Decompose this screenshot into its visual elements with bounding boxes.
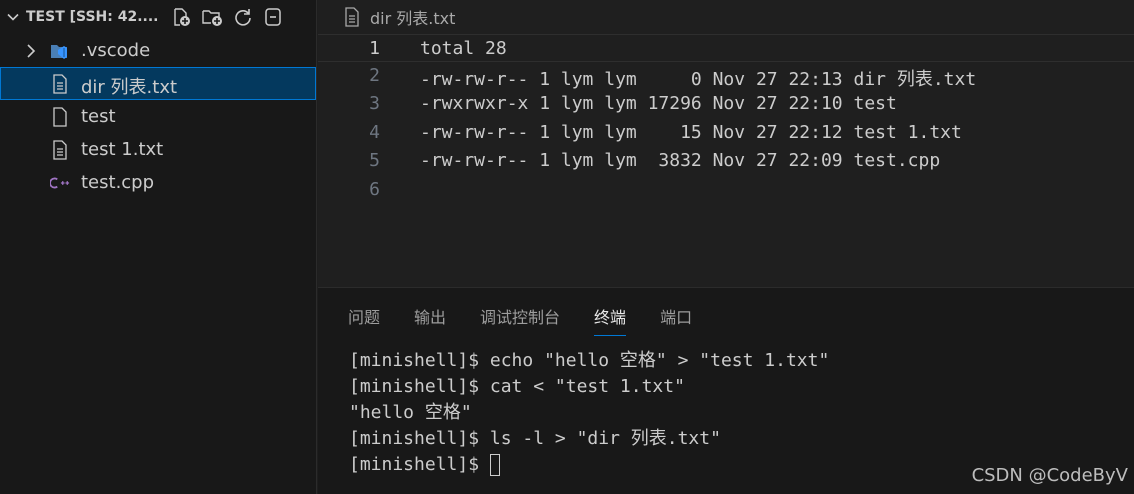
bottom-panel: 问题 输出 调试控制台 终端 端口 [minishell]$ echo "hel… xyxy=(318,287,1134,494)
line-number: 5 xyxy=(369,150,380,171)
collapse-all-icon[interactable] xyxy=(263,7,283,27)
code-line[interactable]: 4 -rw-rw-r-- 1 lym lym 15 Nov 27 22:12 t… xyxy=(318,119,1134,147)
breadcrumb[interactable]: dir 列表.txt xyxy=(344,6,455,28)
tab-debug-console[interactable]: 调试控制台 xyxy=(480,304,560,336)
tree-item-label: test xyxy=(81,106,116,127)
terminal-cursor xyxy=(489,454,500,476)
line-text[interactable]: total 28 xyxy=(420,38,507,59)
tab-output[interactable]: 输出 xyxy=(414,304,446,336)
watermark: CSDN @CodeByV xyxy=(971,465,1128,486)
line-number: 6 xyxy=(369,179,380,200)
terminal-line: [minishell]$ cat < "test 1.txt" xyxy=(349,376,685,397)
tree-item-test-1-txt[interactable]: test 1.txt xyxy=(0,133,316,166)
code-line[interactable]: 1 total 28 xyxy=(318,34,1134,62)
terminal-prompt: [minishell]$ xyxy=(349,454,490,475)
text-file-icon xyxy=(344,7,360,27)
cpp-icon xyxy=(50,173,70,193)
tree-item-test[interactable]: test xyxy=(0,100,316,133)
code-line[interactable]: 2 -rw-rw-r-- 1 lym lym 0 Nov 27 22:13 di… xyxy=(318,62,1134,90)
terminal-line: [minishell]$ echo "hello 空格" > "test 1.t… xyxy=(349,350,830,371)
line-text[interactable]: -rw-rw-r-- 1 lym lym 3832 Nov 27 22:09 t… xyxy=(420,150,940,171)
line-number: 3 xyxy=(369,93,380,114)
tab-problems[interactable]: 问题 xyxy=(348,304,380,336)
chevron-down-icon[interactable] xyxy=(6,10,20,24)
tab-terminal[interactable]: 终端 xyxy=(594,304,627,336)
text-file-icon xyxy=(50,74,70,94)
line-number: 2 xyxy=(369,65,380,86)
tree-item-label: .vscode xyxy=(81,40,151,61)
tree-item-dir-txt[interactable]: dir 列表.txt xyxy=(0,67,316,100)
tree-item-test-cpp[interactable]: test.cpp xyxy=(0,166,316,199)
new-file-icon[interactable] xyxy=(171,7,191,27)
line-number: 1 xyxy=(369,38,380,59)
line-text[interactable]: -rwxrwxr-x 1 lym lym 17296 Nov 27 22:10 … xyxy=(420,93,897,114)
code-line[interactable]: 6 xyxy=(318,176,1134,204)
terminal-prompt-line[interactable]: [minishell]$ xyxy=(349,452,829,478)
chevron-right-icon[interactable] xyxy=(24,43,38,64)
new-folder-icon[interactable] xyxy=(201,7,223,27)
line-text[interactable]: -rw-rw-r-- 1 lym lym 15 Nov 27 22:12 tes… xyxy=(420,122,962,143)
text-file-icon xyxy=(50,140,70,160)
code-line[interactable]: 3 -rwxrwxr-x 1 lym lym 17296 Nov 27 22:1… xyxy=(318,90,1134,118)
vscode-folder-icon xyxy=(50,41,70,61)
explorer-header[interactable]: TEST [SSH: 42.... xyxy=(0,0,316,34)
terminal-line: "hello 空格" xyxy=(349,402,472,423)
line-number: 4 xyxy=(369,122,380,143)
tree-item-label: test.cpp xyxy=(81,172,155,193)
tree-item-vscode-folder[interactable]: .vscode xyxy=(0,34,316,67)
terminal[interactable]: [minishell]$ echo "hello 空格" > "test 1.t… xyxy=(349,348,829,478)
terminal-line: [minishell]$ ls -l > "dir 列表.txt" xyxy=(349,428,721,449)
line-text[interactable]: -rw-rw-r-- 1 lym lym 0 Nov 27 22:13 dir … xyxy=(420,65,976,91)
workspace-title: TEST [SSH: 42.... xyxy=(26,9,159,25)
code-line[interactable]: 5 -rw-rw-r-- 1 lym lym 3832 Nov 27 22:09… xyxy=(318,147,1134,175)
editor-area[interactable]: dir 列表.txt 1 total 28 2 -rw-rw-r-- 1 lym… xyxy=(318,0,1134,287)
file-icon xyxy=(50,107,70,127)
explorer-sidebar: TEST [SSH: 42.... .vscode dir 列表.txt tes… xyxy=(0,0,317,494)
tree-item-label: dir 列表.txt xyxy=(81,77,178,98)
tree-item-label: test 1.txt xyxy=(81,139,164,160)
file-tree: .vscode dir 列表.txt test test 1.txt test.… xyxy=(0,34,316,199)
breadcrumb-file[interactable]: dir 列表.txt xyxy=(370,5,455,29)
panel-tabs: 问题 输出 调试控制台 终端 端口 xyxy=(348,304,692,336)
refresh-icon[interactable] xyxy=(233,7,253,27)
tab-ports[interactable]: 端口 xyxy=(660,304,692,336)
